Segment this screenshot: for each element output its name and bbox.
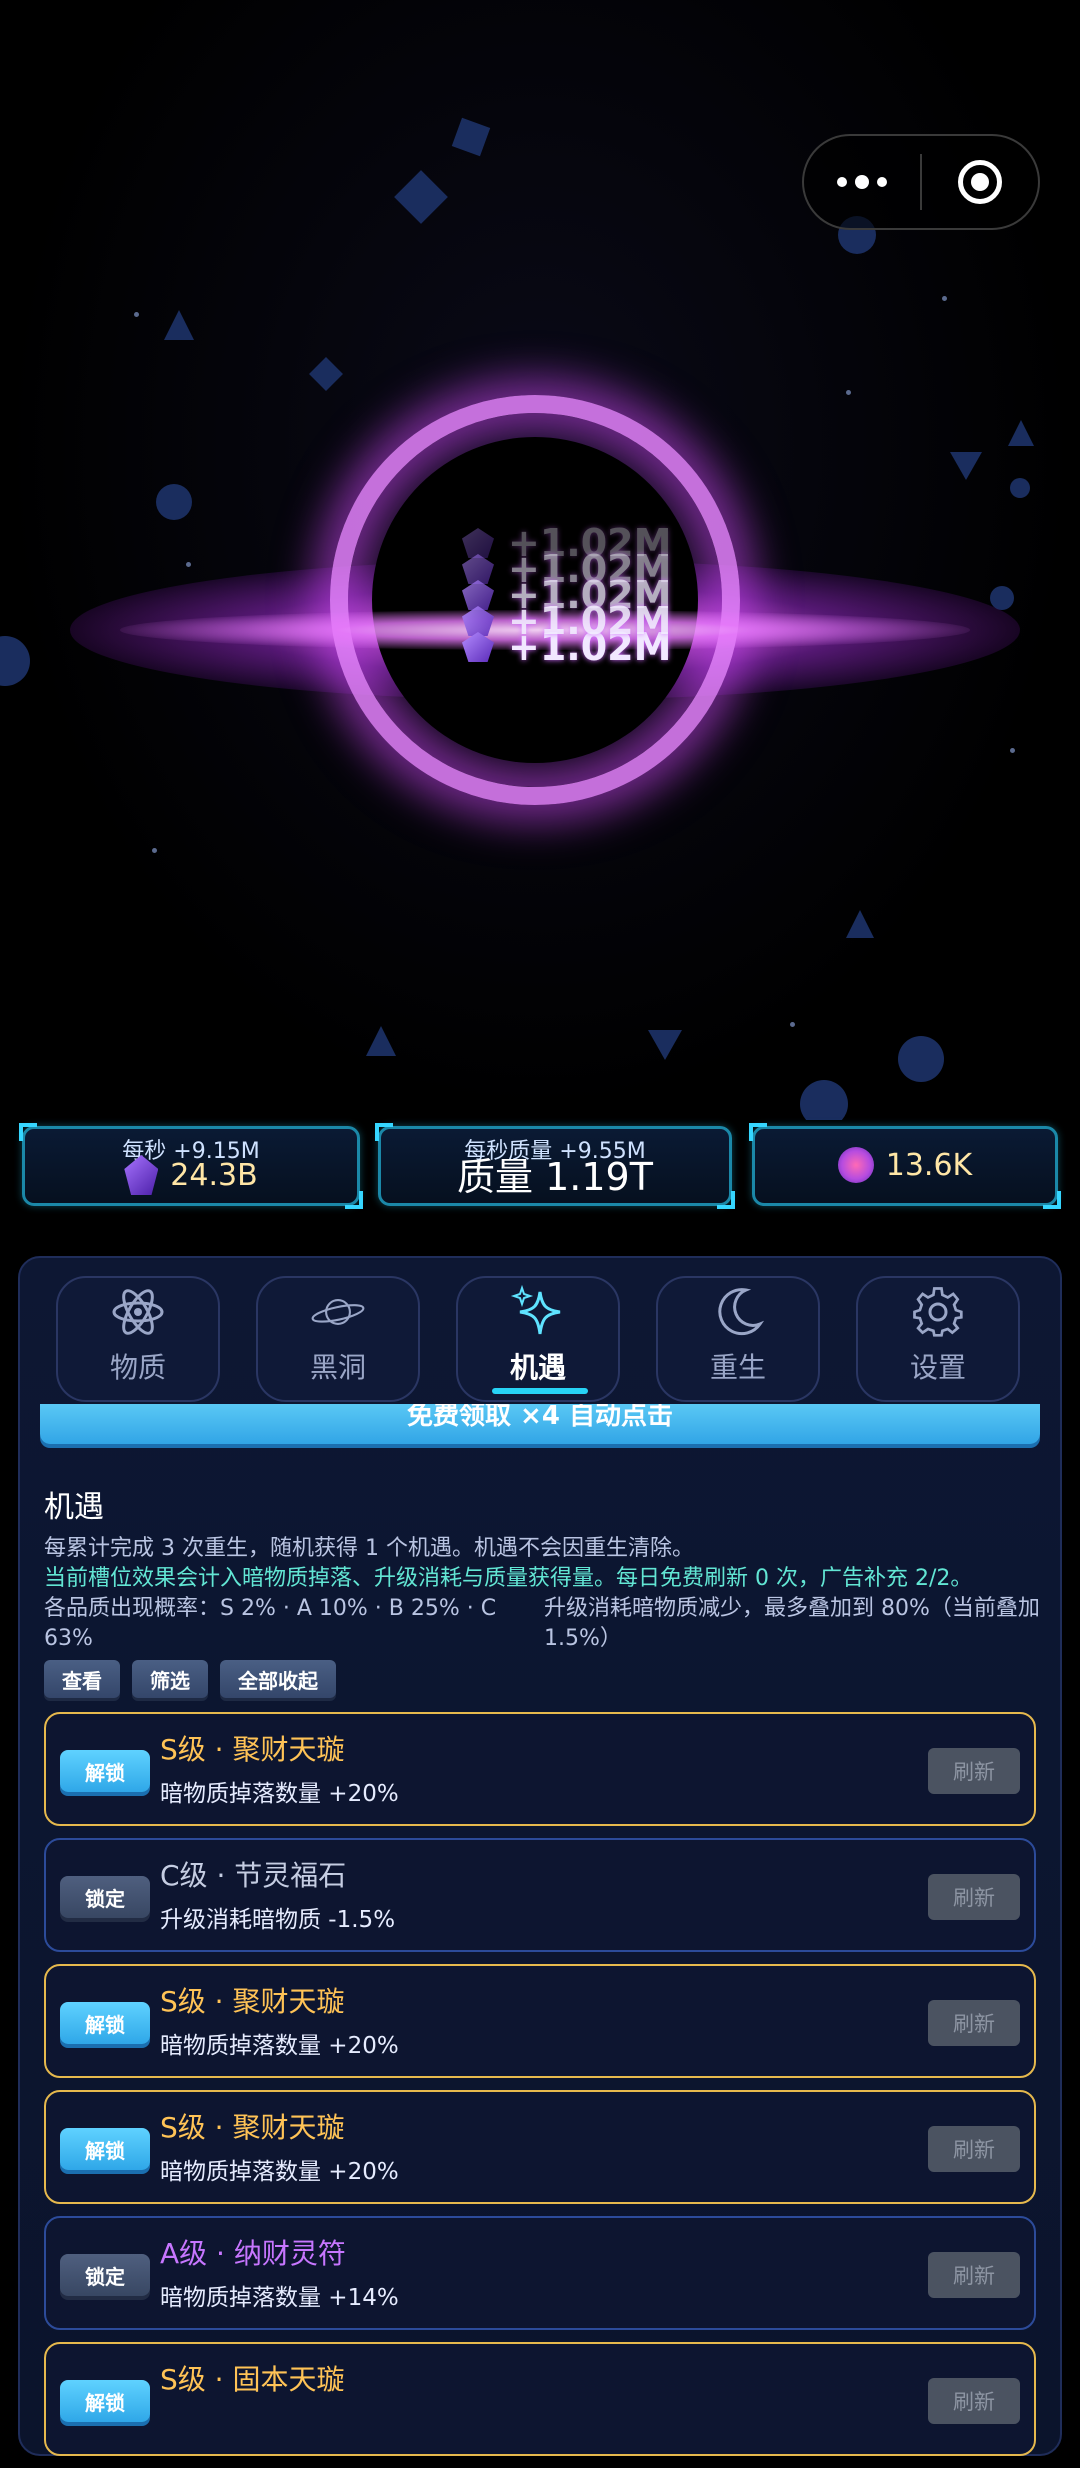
planet-icon [310, 1284, 366, 1340]
opportunity-card: 解锁 S级 · 聚财天璇暗物质掉落数量 +20% 刷新 [44, 1712, 1036, 1826]
dark-matter-gem-icon [124, 1155, 159, 1195]
star-dot [1010, 748, 1015, 753]
opportunity-name: C级 · 节灵福石 [160, 1859, 347, 1892]
refresh-button[interactable]: 刷新 [928, 2000, 1020, 2046]
opportunity-name: A级 · 纳财灵符 [160, 2237, 346, 2270]
filter-button[interactable]: 筛选 [132, 1660, 208, 1698]
star-dot [152, 848, 157, 853]
diamond-shape [394, 170, 448, 224]
unlock-button[interactable]: 解锁 [60, 2128, 150, 2170]
dark-matter-gem-icon [462, 580, 494, 610]
triangle-shape [950, 452, 982, 480]
lock-button[interactable]: 锁定 [60, 2254, 150, 2296]
main-tabs: 物质 黑洞 机遇 重生 设置 [36, 1276, 1044, 1404]
opportunity-effect: 暗物质掉落数量 +20% [160, 2033, 399, 2059]
lock-button[interactable]: 锁定 [60, 1876, 150, 1918]
triangle-shape [366, 1026, 396, 1056]
free-claim-auto-click-button[interactable]: 免费领取 ×4 自动点击 [40, 1404, 1040, 1444]
dot-icon [837, 177, 847, 187]
gear-icon [910, 1284, 966, 1340]
star-dot [134, 312, 139, 317]
more-menu-button[interactable] [804, 136, 920, 228]
dark-matter-stat: 每秒 +9.15M 24.3B [19, 1123, 363, 1209]
opportunity-card: 锁定 C级 · 节灵福石升级消耗暗物质 -1.5% 刷新 [44, 1838, 1036, 1952]
sparkle-icon [510, 1284, 566, 1340]
dark-matter-gem-icon [462, 632, 494, 662]
refresh-button[interactable]: 刷新 [928, 1748, 1020, 1794]
dark-matter-gem-icon [462, 554, 494, 584]
star-dot [790, 1022, 795, 1027]
mass-value: 质量 1.19T [457, 1155, 653, 1199]
circle-shape [898, 1036, 944, 1082]
unlock-button[interactable]: 解锁 [60, 2380, 150, 2422]
opportunity-effect: 暗物质掉落数量 +20% [160, 2159, 399, 2185]
close-program-button[interactable] [922, 160, 1038, 204]
dark-matter-value: 24.3B [170, 1157, 258, 1193]
moon-icon [710, 1284, 766, 1340]
circle-shape [0, 636, 30, 686]
stats-bar: 每秒 +9.15M 24.3B 每秒质量 +9.55M 质量 1.19T 13.… [0, 1123, 1080, 1210]
float-gain: +1.02M [462, 602, 671, 640]
tab-matter[interactable]: 物质 [56, 1276, 220, 1402]
refresh-button[interactable]: 刷新 [928, 2126, 1020, 2172]
dark-matter-gem-icon [462, 606, 494, 636]
star-dot [186, 562, 191, 567]
triangle-shape [1008, 420, 1034, 446]
unlock-button[interactable]: 解锁 [60, 2002, 150, 2044]
opportunity-card: 解锁 S级 · 固本天璇 刷新 [44, 2342, 1036, 2456]
tab-black-hole[interactable]: 黑洞 [256, 1276, 420, 1402]
opportunity-name: S级 · 聚财天璇 [160, 1733, 345, 1766]
quality-rates-text: 各品质出现概率：S 2% · A 10% · B 25% · C 63% [44, 1596, 497, 1651]
opportunity-effect: 暗物质掉落数量 +14% [160, 2285, 399, 2311]
opportunity-card: 锁定 A级 · 纳财灵符暗物质掉落数量 +14% 刷新 [44, 2216, 1036, 2330]
tab-settings[interactable]: 设置 [856, 1276, 1020, 1402]
section-title: 机遇 [44, 1490, 104, 1525]
mass-stat: 每秒质量 +9.55M 质量 1.19T [375, 1123, 735, 1209]
dot-icon [855, 175, 869, 189]
circle-shape [156, 484, 192, 520]
refresh-button[interactable]: 刷新 [928, 2252, 1020, 2298]
hearts-value: 13.6K [885, 1147, 973, 1183]
opportunity-name: S级 · 固本天璇 [160, 2363, 345, 2396]
opportunity-card: 解锁 S级 · 聚财天璇暗物质掉落数量 +20% 刷新 [44, 1964, 1036, 2078]
opportunity-effect: 升级消耗暗物质 -1.5% [160, 1907, 396, 1933]
triangle-shape [648, 1030, 682, 1060]
star-dot [942, 296, 947, 301]
opportunity-list: 解锁 S级 · 聚财天璇 暗物质掉落数量 +20% 刷新 锁定 C级 · 节灵福石… [44, 1712, 1036, 2468]
triangle-shape [846, 910, 874, 938]
opportunity-card: 解锁 S级 · 聚财天璇暗物质掉落数量 +20% 刷新 [44, 2090, 1036, 2204]
effect-summary-text: 升级消耗暗物质减少，最多叠加到 80%（当前叠加 1.5%） [544, 1596, 1040, 1651]
tab-rebirth[interactable]: 重生 [656, 1276, 820, 1402]
opportunity-info: 机遇 每累计完成 3 次重生，随机获得 1 个机遇。机遇不会因重生清除。 当前槽… [44, 1482, 1044, 1698]
heart-orb-icon [837, 1147, 874, 1183]
circle-shape [800, 1080, 848, 1120]
view-button[interactable]: 查看 [44, 1660, 120, 1698]
mini-program-capsule [802, 134, 1040, 230]
unlock-button[interactable]: 解锁 [60, 1750, 150, 1792]
opportunity-name: S级 · 聚财天璇 [160, 1985, 345, 2018]
collapse-all-button[interactable]: 全部收起 [220, 1660, 336, 1698]
refresh-button[interactable]: 刷新 [928, 1874, 1020, 1920]
opportunity-name: S级 · 聚财天璇 [160, 2111, 345, 2144]
diamond-shape [309, 357, 343, 391]
opportunity-effect: 暗物质掉落数量 +20% [160, 1781, 399, 1807]
floating-gains: +1.02M +1.02M +1.02M +1.02M +1.02M [462, 524, 671, 666]
hearts-stat[interactable]: 13.6K [749, 1123, 1061, 1209]
circle-shape [1010, 478, 1030, 498]
dot-icon [877, 177, 887, 187]
slot-effect-text: 当前槽位效果会计入暗物质掉落、升级消耗与质量获得量。每日免费刷新 0 次，广告补… [44, 1566, 973, 1591]
triangle-shape [164, 310, 194, 340]
atom-icon [110, 1284, 166, 1340]
square-shape [451, 117, 491, 157]
rule-text: 每累计完成 3 次重生，随机获得 1 个机遇。机遇不会因重生清除。 [44, 1536, 694, 1561]
target-icon [958, 160, 1002, 204]
dark-matter-gem-icon [462, 528, 494, 558]
tab-opportunity[interactable]: 机遇 [456, 1276, 620, 1402]
star-dot [846, 390, 851, 395]
refresh-button[interactable]: 刷新 [928, 2378, 1020, 2424]
